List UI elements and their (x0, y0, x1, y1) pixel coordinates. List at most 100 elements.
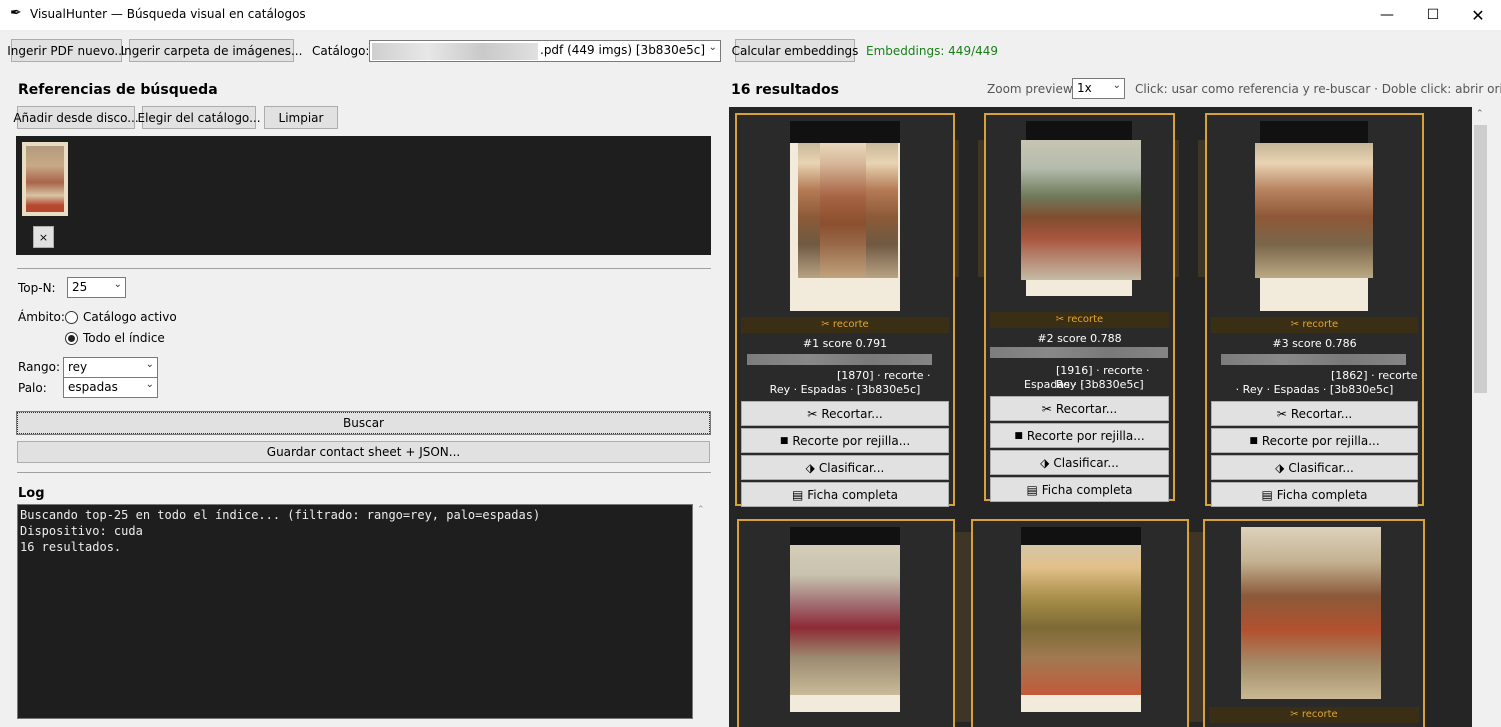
rank-select[interactable]: rey ⌄ (63, 357, 158, 378)
scroll-up-icon[interactable]: ⌃ (1476, 109, 1484, 119)
compute-embeddings-button[interactable]: Calcular embeddings (732, 39, 858, 62)
document-icon: ▤ (1261, 487, 1273, 502)
log-scrollbar[interactable]: ⌃ (694, 504, 710, 713)
result-thumbnail[interactable] (790, 121, 900, 311)
scope-active-label[interactable]: Catálogo activo (83, 310, 177, 324)
suit-label: Palo: (18, 381, 47, 395)
result-tag: ✂ recorte (1211, 317, 1418, 333)
grid-crop-button[interactable]: ■ Recorte por rejilla... (741, 428, 949, 453)
chevron-down-icon: ⌄ (113, 279, 122, 290)
result-card[interactable] (737, 519, 955, 727)
reference-thumbnail[interactable] (22, 142, 68, 216)
grid-crop-label: Recorte por rejilla... (792, 433, 911, 448)
crop-label: Recortar... (1290, 406, 1353, 421)
document-icon: ▤ (1026, 482, 1038, 497)
chevron-down-icon: ⌄ (145, 359, 154, 370)
grid-crop-button[interactable]: ■ Recorte por rejilla... (1211, 428, 1418, 453)
result-card[interactable]: ✂ recorte #1 score 0.791 [1870] · recort… (735, 113, 955, 507)
classify-button[interactable]: ⬗ Clasificar... (990, 450, 1169, 475)
crop-button[interactable]: ✂ Recortar... (1211, 401, 1418, 426)
log-line: 16 resultados. (20, 540, 122, 554)
result-card[interactable]: ✂ recorte #2 score 0.788 [1916] · recort… (984, 113, 1175, 502)
clear-button[interactable]: Limpiar (264, 106, 338, 129)
full-sheet-label: Ficha completa (1276, 487, 1368, 502)
crop-button[interactable]: ✂ Recortar... (741, 401, 949, 426)
result-thumbnail[interactable] (790, 527, 900, 712)
close-icon[interactable]: ✕ (1455, 0, 1501, 30)
full-sheet-button[interactable]: ▤ Ficha completa (990, 477, 1169, 502)
classify-button[interactable]: ⬗ Clasificar... (741, 455, 949, 480)
tag-icon: ⬗ (1040, 455, 1050, 470)
results-scrollbar[interactable]: ⌃ (1472, 107, 1489, 713)
full-sheet-button[interactable]: ▤ Ficha completa (1211, 482, 1418, 507)
save-contact-sheet-button[interactable]: Guardar contact sheet + JSON... (17, 441, 710, 463)
topn-select[interactable]: 25 ⌄ (67, 277, 126, 298)
scissors-icon: ✂ (1276, 406, 1287, 421)
crop-button[interactable]: ✂ Recortar... (990, 396, 1169, 421)
grid-icon: ■ (779, 435, 789, 446)
rank-label: Rango: (18, 360, 61, 374)
results-grid[interactable]: ✂ recorte #1 score 0.791 [1870] · recort… (729, 107, 1472, 727)
scope-active-radio[interactable] (65, 311, 78, 324)
suit-value: espadas (68, 380, 118, 394)
result-tag: ✂ recorte (741, 317, 949, 333)
window-title: VisualHunter — Búsqueda visual en catálo… (30, 7, 306, 21)
embeddings-status: Embeddings: 449/449 (866, 44, 999, 58)
crop-label: Recortar... (1055, 401, 1118, 416)
crop-label: Recortar... (821, 406, 883, 421)
full-sheet-button[interactable]: ▤ Ficha completa (741, 482, 949, 507)
maximize-icon[interactable]: ☐ (1410, 0, 1456, 30)
search-button[interactable]: Buscar (16, 411, 711, 435)
scroll-up-icon[interactable]: ⌃ (697, 505, 705, 515)
log-line: Dispositivo: cuda (20, 524, 143, 538)
tag-icon: ⬗ (1275, 460, 1285, 475)
result-meta: Rey · Espadas · [3b830e5c] (769, 383, 921, 396)
result-thumbnail[interactable] (1021, 527, 1141, 712)
zoom-value: 1x (1077, 81, 1092, 95)
classify-label: Clasificar... (1288, 460, 1354, 475)
result-card[interactable]: ✂ recorte (1203, 519, 1425, 727)
grid-icon: ■ (1249, 435, 1258, 446)
grid-icon: ■ (1014, 430, 1023, 441)
ingest-folder-button[interactable]: Ingerir carpeta de imágenes... (121, 39, 302, 62)
result-thumbnail[interactable] (1241, 527, 1381, 699)
result-rank: #1 score 0.791 (802, 337, 888, 350)
add-from-disk-button[interactable]: Añadir desde disco... (13, 106, 139, 129)
ingest-pdf-button[interactable]: Ingerir PDF nuevo... (7, 39, 126, 62)
result-tag: ✂ recorte (1209, 707, 1419, 723)
catalog-select[interactable]: .pdf (449 imgs) [3b830e5c] ⌄ (369, 40, 721, 62)
results-count: 16 resultados (731, 82, 839, 98)
result-card[interactable] (971, 519, 1189, 727)
grid-crop-button[interactable]: ■ Recorte por rejilla... (990, 423, 1169, 448)
redacted-filename (990, 347, 1168, 358)
grid-crop-label: Recorte por rejilla... (1026, 428, 1145, 443)
separator (17, 268, 711, 269)
refs-title: Referencias de búsqueda (18, 82, 218, 98)
document-icon: ▤ (791, 487, 804, 502)
minimize-icon[interactable]: — (1364, 0, 1410, 30)
result-card[interactable]: ✂ recorte #3 score 0.786 [1862] · recort… (1205, 113, 1424, 507)
full-sheet-label: Ficha completa (807, 487, 899, 502)
result-thumbnail[interactable] (1021, 121, 1141, 296)
chevron-down-icon: ⌄ (145, 379, 154, 390)
scissors-icon: ✂ (807, 406, 818, 421)
remove-reference-button[interactable]: × (33, 226, 54, 248)
catalog-value: .pdf (449 imgs) [3b830e5c] (540, 43, 706, 57)
classify-button[interactable]: ⬗ Clasificar... (1211, 455, 1418, 480)
scope-all-label[interactable]: Todo el índice (83, 331, 165, 345)
scope-all-radio[interactable] (65, 332, 78, 345)
result-thumbnail[interactable] (1255, 121, 1373, 311)
zoom-label: Zoom preview: (987, 82, 1077, 96)
tag-icon: ⬗ (805, 460, 815, 475)
redacted-filename (372, 43, 538, 60)
result-meta: [1862] · recorte (1331, 369, 1418, 382)
log-output[interactable]: Buscando top-25 en todo el índice... (fi… (17, 504, 693, 719)
result-rank: #3 score 0.786 (1272, 337, 1357, 350)
grid-crop-label: Recorte por rejilla... (1261, 433, 1380, 448)
suit-select[interactable]: espadas ⌄ (63, 377, 158, 398)
scrollbar-thumb[interactable] (1474, 125, 1487, 393)
results-hint: Click: usar como referencia y re-buscar … (1135, 82, 1501, 96)
zoom-select[interactable]: 1x ⌄ (1072, 78, 1125, 99)
choose-from-catalog-button[interactable]: Elegir del catálogo... (137, 106, 261, 129)
log-title: Log (18, 486, 45, 501)
